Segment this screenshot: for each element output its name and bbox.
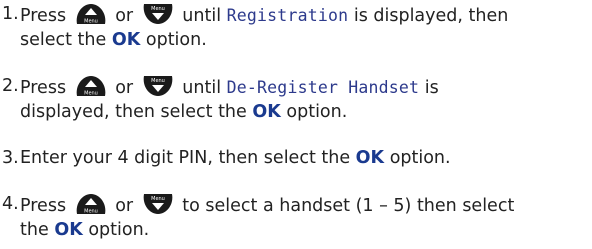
step-text: Press or to select a handset (1 – 5) the… [20, 192, 586, 242]
ok-option: OK [252, 102, 281, 122]
ok-option: OK [355, 148, 385, 168]
step-number: 1. [2, 4, 19, 24]
step-number: 3. [2, 148, 19, 168]
menu-up-key-icon [74, 2, 108, 26]
menu-down-key-icon [141, 192, 175, 216]
ok-option: OK [111, 30, 141, 50]
ok-option: OK [54, 220, 83, 240]
step-number: 4. [2, 194, 19, 214]
step-text: Press or until Registration is displayed… [20, 2, 586, 52]
step-text: Press or until De-Register Handset is di… [20, 74, 586, 124]
display-text: De-Register Handset [226, 78, 420, 97]
display-text: Registration [226, 6, 349, 25]
menu-up-key-icon [74, 192, 108, 216]
menu-down-key-icon [141, 74, 175, 98]
menu-down-key-icon [141, 2, 175, 26]
step-text: Enter your 4 digit PIN, then select the … [20, 148, 451, 168]
step-number: 2. [2, 76, 19, 96]
menu-up-key-icon [74, 74, 108, 98]
